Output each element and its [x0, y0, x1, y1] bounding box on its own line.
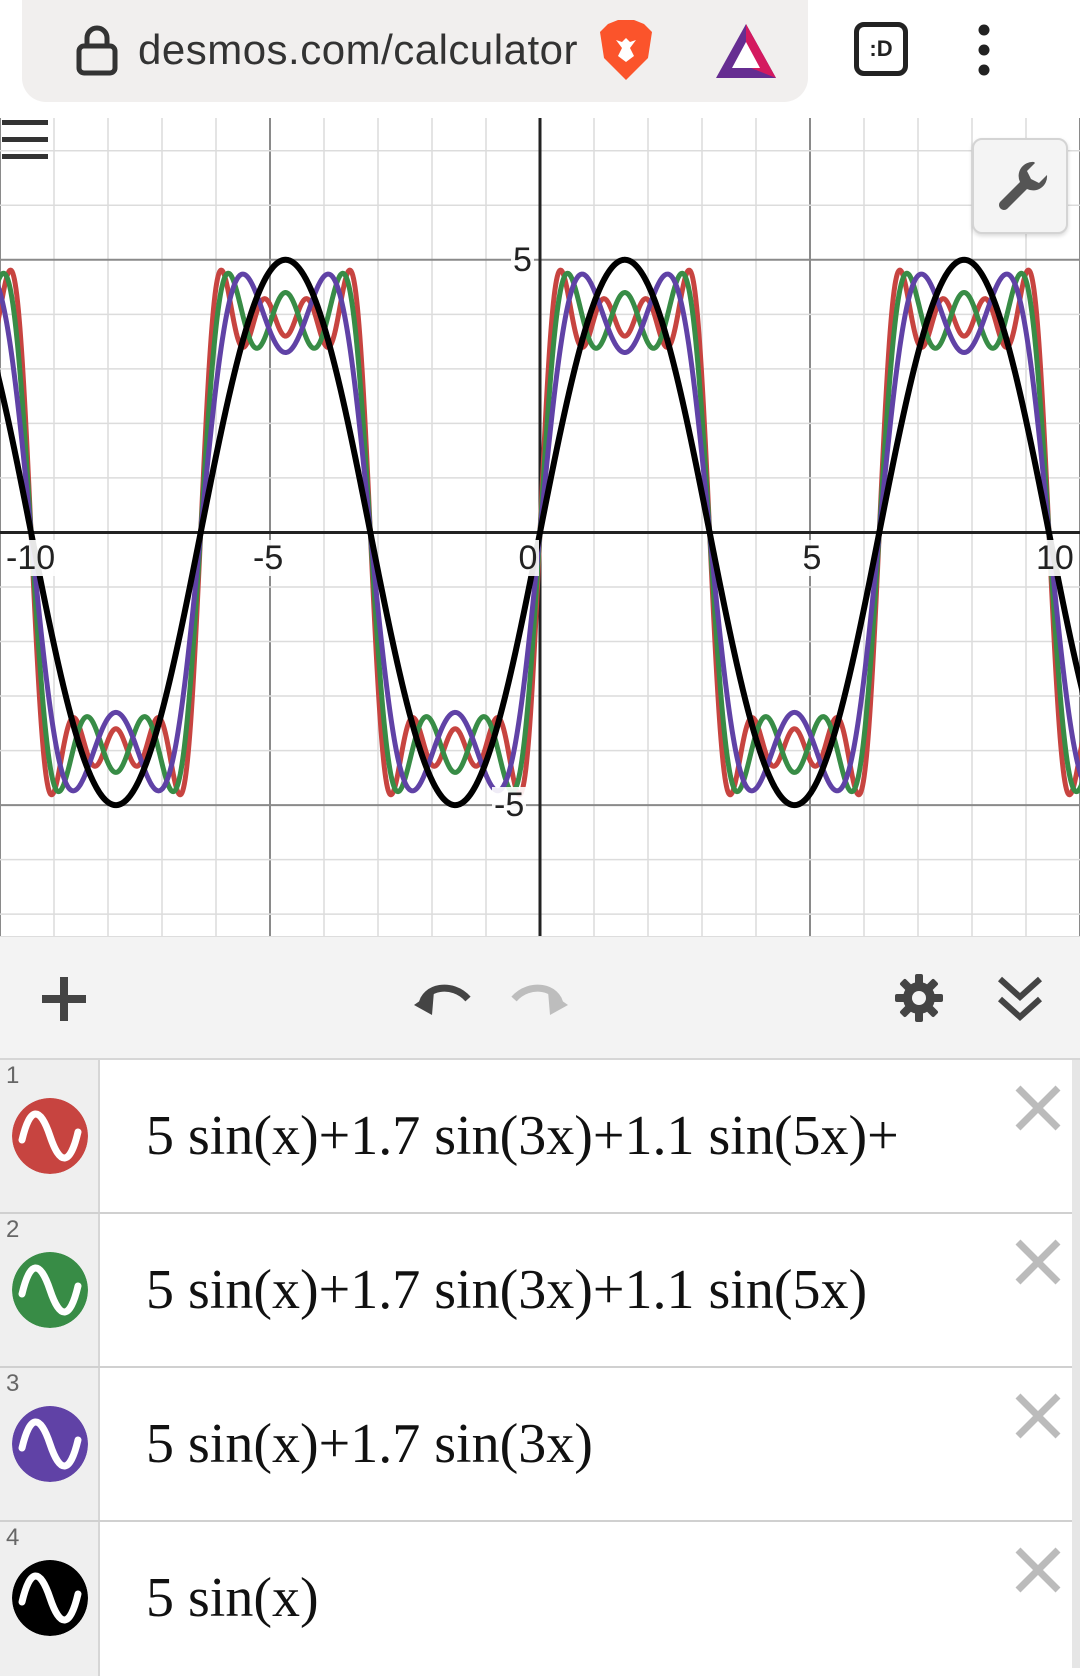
delete-expression-icon[interactable]: [1012, 1082, 1064, 1134]
graph-settings-button[interactable]: [972, 138, 1068, 234]
sine-wave-icon[interactable]: [12, 1252, 88, 1328]
expression-math-field[interactable]: 5 sin(x): [146, 1564, 998, 1632]
graph-canvas[interactable]: [0, 118, 1080, 936]
settings-gear-icon[interactable]: [894, 973, 944, 1023]
add-icon[interactable]: [40, 975, 88, 1023]
expression-row[interactable]: 1 5 sin(x)+1.7 sin(3x)+1.1 sin(5x)+: [0, 1060, 1080, 1214]
expression-list: 1 5 sin(x)+1.7 sin(3x)+1.1 sin(5x)+ 2 5 …: [0, 1060, 1080, 1676]
sine-wave-icon[interactable]: [12, 1560, 88, 1636]
x-tick-label: -10: [4, 539, 58, 578]
y-tick-label: -5: [492, 786, 527, 825]
tabs-icon[interactable]: :D: [854, 22, 908, 76]
brave-rewards-icon[interactable]: [714, 22, 778, 80]
expression-row[interactable]: 3 5 sin(x)+1.7 sin(3x): [0, 1368, 1080, 1522]
lock-icon: [76, 25, 118, 76]
x-tick-label: 0: [516, 539, 540, 578]
browser-toolbar: desmos.com/calculator :D: [0, 0, 1080, 118]
delete-expression-icon[interactable]: [1012, 1390, 1064, 1442]
wrench-icon: [999, 161, 1048, 210]
address-bar[interactable]: desmos.com/calculator: [22, 0, 808, 102]
expression-toolbar: [0, 936, 1080, 1060]
expression-row[interactable]: 2 5 sin(x)+1.7 sin(3x)+1.1 sin(5x): [0, 1214, 1080, 1368]
expression-index: 3: [6, 1370, 20, 1397]
graph-paper[interactable]: -10 -5 0 5 10 5 -5: [0, 118, 1080, 936]
collapse-list-icon[interactable]: [996, 973, 1044, 1023]
undo-icon[interactable]: [412, 975, 472, 1019]
expression-gutter: 2: [0, 1214, 100, 1366]
x-tick-label: 10: [1034, 539, 1076, 578]
expression-gutter: 4: [0, 1522, 100, 1676]
sine-wave-icon[interactable]: [12, 1098, 88, 1174]
hamburger-menu-icon[interactable]: [0, 118, 50, 162]
more-vert-icon[interactable]: [972, 24, 996, 76]
expression-index: 2: [6, 1216, 20, 1243]
expression-math-field[interactable]: 5 sin(x)+1.7 sin(3x)+1.1 sin(5x)+: [146, 1102, 998, 1170]
list-scrollbar[interactable]: [1072, 1060, 1080, 1668]
x-tick-label: 5: [800, 539, 824, 578]
delete-expression-icon[interactable]: [1012, 1544, 1064, 1596]
brave-lion-icon[interactable]: [596, 18, 656, 84]
expression-index: 1: [6, 1062, 20, 1089]
expression-gutter: 1: [0, 1060, 100, 1212]
y-tick-label: 5: [511, 240, 534, 279]
x-tick-label: -5: [251, 539, 286, 578]
delete-expression-icon[interactable]: [1012, 1236, 1064, 1288]
expression-gutter: 3: [0, 1368, 100, 1520]
expression-math-field[interactable]: 5 sin(x)+1.7 sin(3x)+1.1 sin(5x): [146, 1256, 998, 1324]
sine-wave-icon[interactable]: [12, 1406, 88, 1482]
expression-row[interactable]: 4 5 sin(x): [0, 1522, 1080, 1676]
expression-index: 4: [6, 1524, 20, 1551]
redo-icon[interactable]: [510, 975, 570, 1019]
url-text[interactable]: desmos.com/calculator: [138, 24, 578, 76]
expression-math-field[interactable]: 5 sin(x)+1.7 sin(3x): [146, 1410, 998, 1478]
